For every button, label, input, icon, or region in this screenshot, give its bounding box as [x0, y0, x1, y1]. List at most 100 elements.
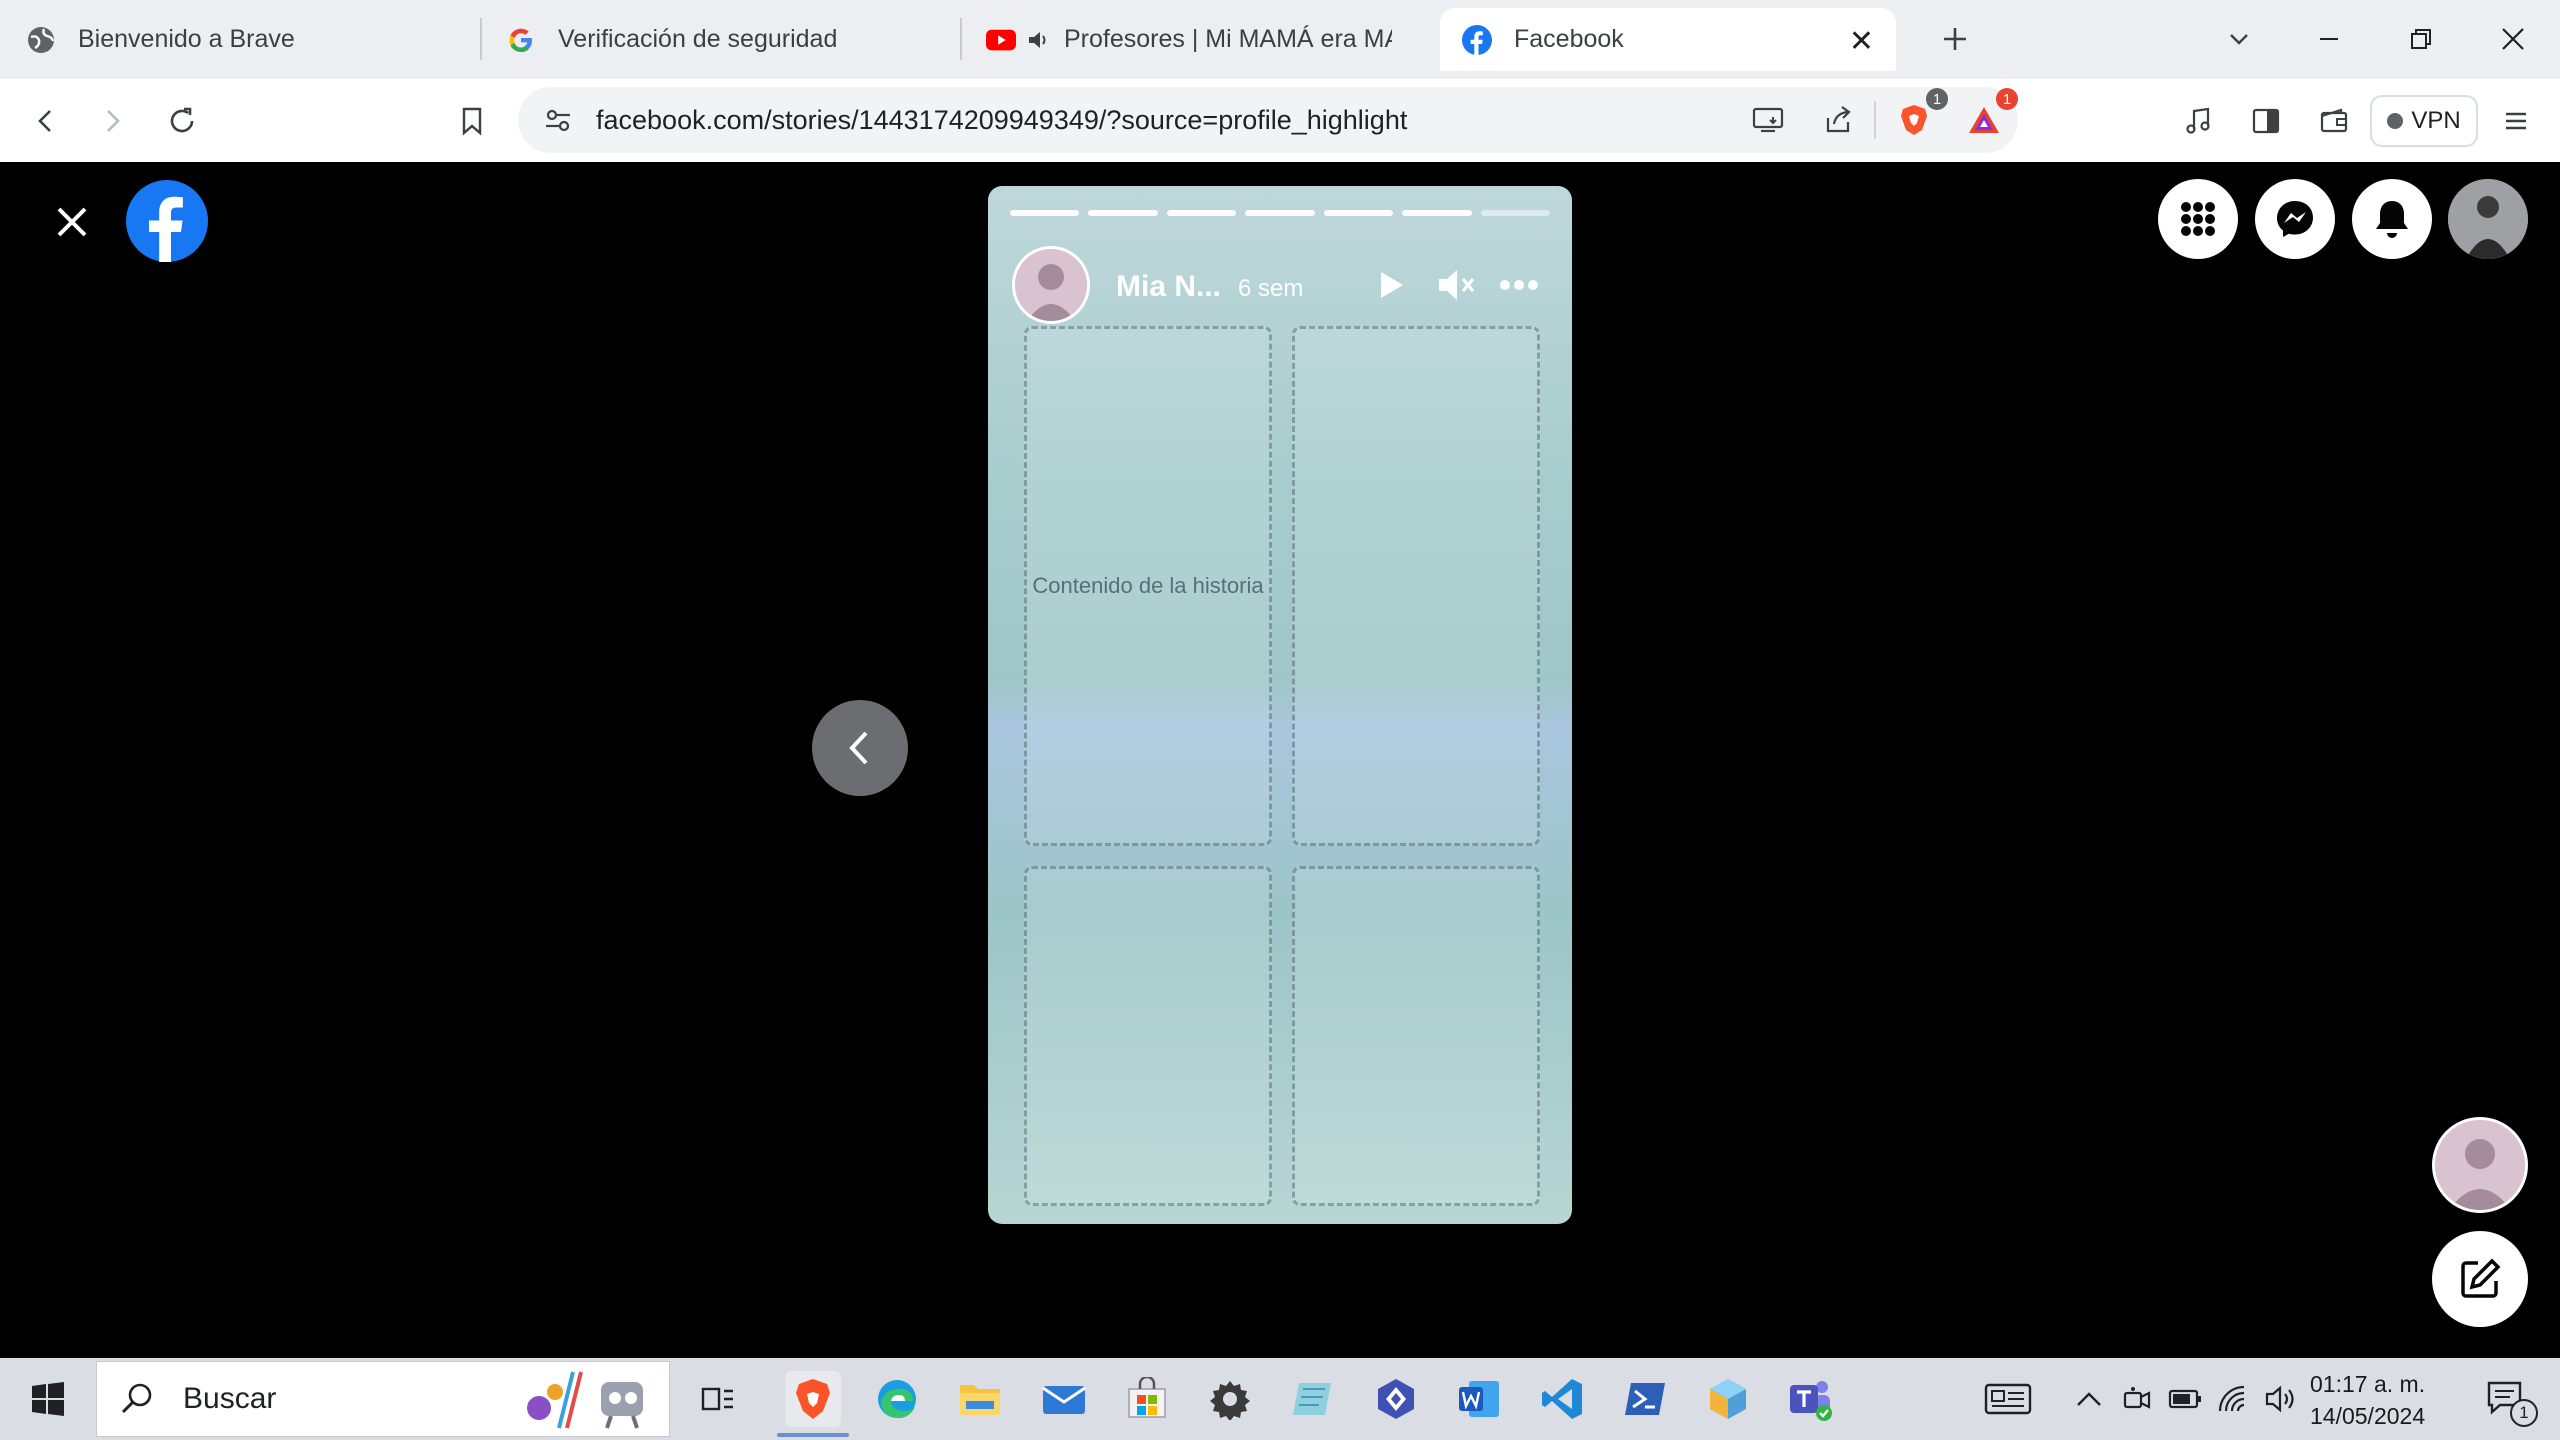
close-tab-icon[interactable]: ✕: [1849, 24, 1874, 59]
bookmark-icon[interactable]: [446, 95, 498, 147]
taskbar-word-icon[interactable]: [1451, 1371, 1507, 1427]
play-icon[interactable]: [1368, 262, 1414, 308]
sidebar-toggle-icon[interactable]: [2240, 95, 2292, 147]
restore-icon[interactable]: [2396, 14, 2446, 64]
story-author-name[interactable]: Mia N...: [1116, 270, 1221, 304]
media-music-icon[interactable]: [2172, 95, 2224, 147]
taskbar-store-icon[interactable]: [1119, 1371, 1175, 1427]
wallet-icon[interactable]: [2308, 95, 2360, 147]
battery-icon[interactable]: [2164, 1378, 2206, 1420]
taskbar-search-box[interactable]: Buscar: [96, 1361, 670, 1437]
rewards-count-badge: 1: [1996, 88, 2018, 110]
divider: [1874, 101, 1876, 139]
story-image-placeholder: [1292, 326, 1540, 846]
taskbar-mail-icon[interactable]: [1036, 1371, 1092, 1427]
task-view-icon[interactable]: [690, 1371, 746, 1427]
menu-grid-button[interactable]: [2158, 179, 2238, 259]
menu-icon[interactable]: [2490, 95, 2542, 147]
notifications-button[interactable]: [2352, 179, 2432, 259]
volume-icon[interactable]: [2260, 1378, 2302, 1420]
mute-icon[interactable]: [1434, 262, 1480, 308]
minimize-icon[interactable]: [2304, 14, 2354, 64]
youtube-icon: [986, 25, 1016, 55]
address-bar[interactable]: facebook.com/stories/1443174209949349/?s…: [518, 87, 2018, 153]
taskbar-settings-icon[interactable]: [1202, 1371, 1258, 1427]
taskbar-notes-icon[interactable]: [1285, 1371, 1341, 1427]
google-icon: [506, 25, 536, 55]
tab-search-chevron-icon[interactable]: [2214, 14, 2264, 64]
system-clock[interactable]: 01:17 a. m. 14/05/2024: [2310, 1368, 2425, 1432]
brave-shields-icon[interactable]: 1: [1888, 88, 1948, 146]
search-label: Buscar: [183, 1382, 277, 1415]
taskbar-file-explorer-icon[interactable]: [952, 1371, 1008, 1427]
grid-icon: [2181, 202, 2215, 236]
search-icon: [121, 1383, 152, 1414]
start-windows-icon[interactable]: [20, 1371, 76, 1427]
site-settings-icon[interactable]: [532, 94, 584, 146]
share-icon[interactable]: [1812, 94, 1864, 146]
tab-title: Profesores | Mi MAMÁ era MAES: [1064, 25, 1392, 53]
progress-segment: [1480, 210, 1550, 216]
clock-date: 14/05/2024: [2310, 1403, 2426, 1429]
notification-center-icon[interactable]: 1: [2478, 1371, 2538, 1427]
tab-youtube[interactable]: Profesores | Mi MAMÁ era MAES: [964, 8, 1414, 71]
story-image-placeholder: [1024, 866, 1272, 1206]
brave-rewards-icon[interactable]: 1: [1958, 88, 2018, 146]
story-card[interactable]: Contenido de la historia Mia N... 6 sem: [988, 186, 1572, 1224]
tab-separator: [960, 18, 962, 60]
story-author-floating-avatar[interactable]: [2432, 1117, 2528, 1213]
notification-count-badge: 1: [2510, 1399, 2538, 1427]
tab-title: Facebook: [1514, 25, 1624, 53]
taskbar-brave-icon[interactable]: [777, 1371, 849, 1437]
globe-icon: [26, 25, 56, 55]
vpn-status-icon: [2387, 113, 2404, 129]
messenger-icon: [2277, 201, 2313, 237]
search-highlight-icon: [527, 1371, 643, 1429]
vpn-button[interactable]: VPN: [2370, 95, 2478, 147]
story-timestamp: 6 sem: [1238, 275, 1304, 302]
taskbar-vscode-icon[interactable]: [1534, 1371, 1590, 1427]
chevron-left-icon: [849, 731, 868, 765]
cast-install-icon[interactable]: [1742, 94, 1794, 146]
url-text: facebook.com/stories/1443174209949349/?s…: [596, 105, 1408, 135]
previous-story-button[interactable]: [812, 700, 908, 796]
story-author-avatar[interactable]: [1012, 246, 1090, 324]
facebook-logo-icon[interactable]: [126, 180, 208, 262]
tab-brave-welcome[interactable]: Bienvenido a Brave: [4, 8, 474, 71]
taskbar-terminal-icon[interactable]: [1617, 1371, 1673, 1427]
camera-in-use-icon[interactable]: [2116, 1378, 2158, 1420]
new-tab-icon[interactable]: [1930, 14, 1980, 64]
tab-title: Bienvenido a Brave: [78, 25, 295, 53]
close-story-icon[interactable]: [48, 198, 96, 246]
taskbar-teams-icon[interactable]: [1783, 1371, 1839, 1427]
tab-security-check[interactable]: Verificación de seguridad: [484, 8, 954, 71]
reload-icon[interactable]: [156, 95, 208, 147]
facebook-icon: [1462, 24, 1492, 55]
vpn-label: VPN: [2411, 107, 2461, 134]
story-image-placeholder: [1292, 866, 1540, 1206]
tab-title: Verificación de seguridad: [558, 25, 838, 53]
taskbar-virtualbox-icon[interactable]: [1700, 1371, 1756, 1427]
account-avatar[interactable]: [2448, 179, 2528, 259]
progress-segment: [1245, 210, 1315, 216]
tab-facebook[interactable]: Facebook ✕: [1440, 8, 1896, 71]
forward-icon[interactable]: [86, 95, 138, 147]
back-icon[interactable]: [20, 95, 72, 147]
tab-strip: Bienvenido a Brave Verificación de segur…: [0, 0, 2560, 79]
create-post-button[interactable]: [2432, 1231, 2528, 1327]
wifi-icon[interactable]: [2212, 1378, 2254, 1420]
progress-segment: [1323, 210, 1394, 216]
bell-icon: [2376, 201, 2408, 238]
more-options-icon[interactable]: [1496, 262, 1542, 308]
story-image-placeholder: Contenido de la historia: [1024, 326, 1272, 846]
news-widget-icon[interactable]: [1980, 1371, 2036, 1427]
audio-playing-icon[interactable]: [1026, 25, 1050, 55]
compose-icon: [2461, 1258, 2501, 1298]
show-hidden-icons-chevron-icon[interactable]: [2068, 1378, 2110, 1420]
close-window-icon[interactable]: [2488, 14, 2538, 64]
clock-time: 01:17 a. m.: [2310, 1371, 2426, 1397]
taskbar-edge-icon[interactable]: [869, 1371, 925, 1427]
browser-toolbar: facebook.com/stories/1443174209949349/?s…: [0, 79, 2560, 162]
taskbar-power-automate-icon[interactable]: [1368, 1371, 1424, 1427]
messenger-button[interactable]: [2255, 179, 2335, 259]
